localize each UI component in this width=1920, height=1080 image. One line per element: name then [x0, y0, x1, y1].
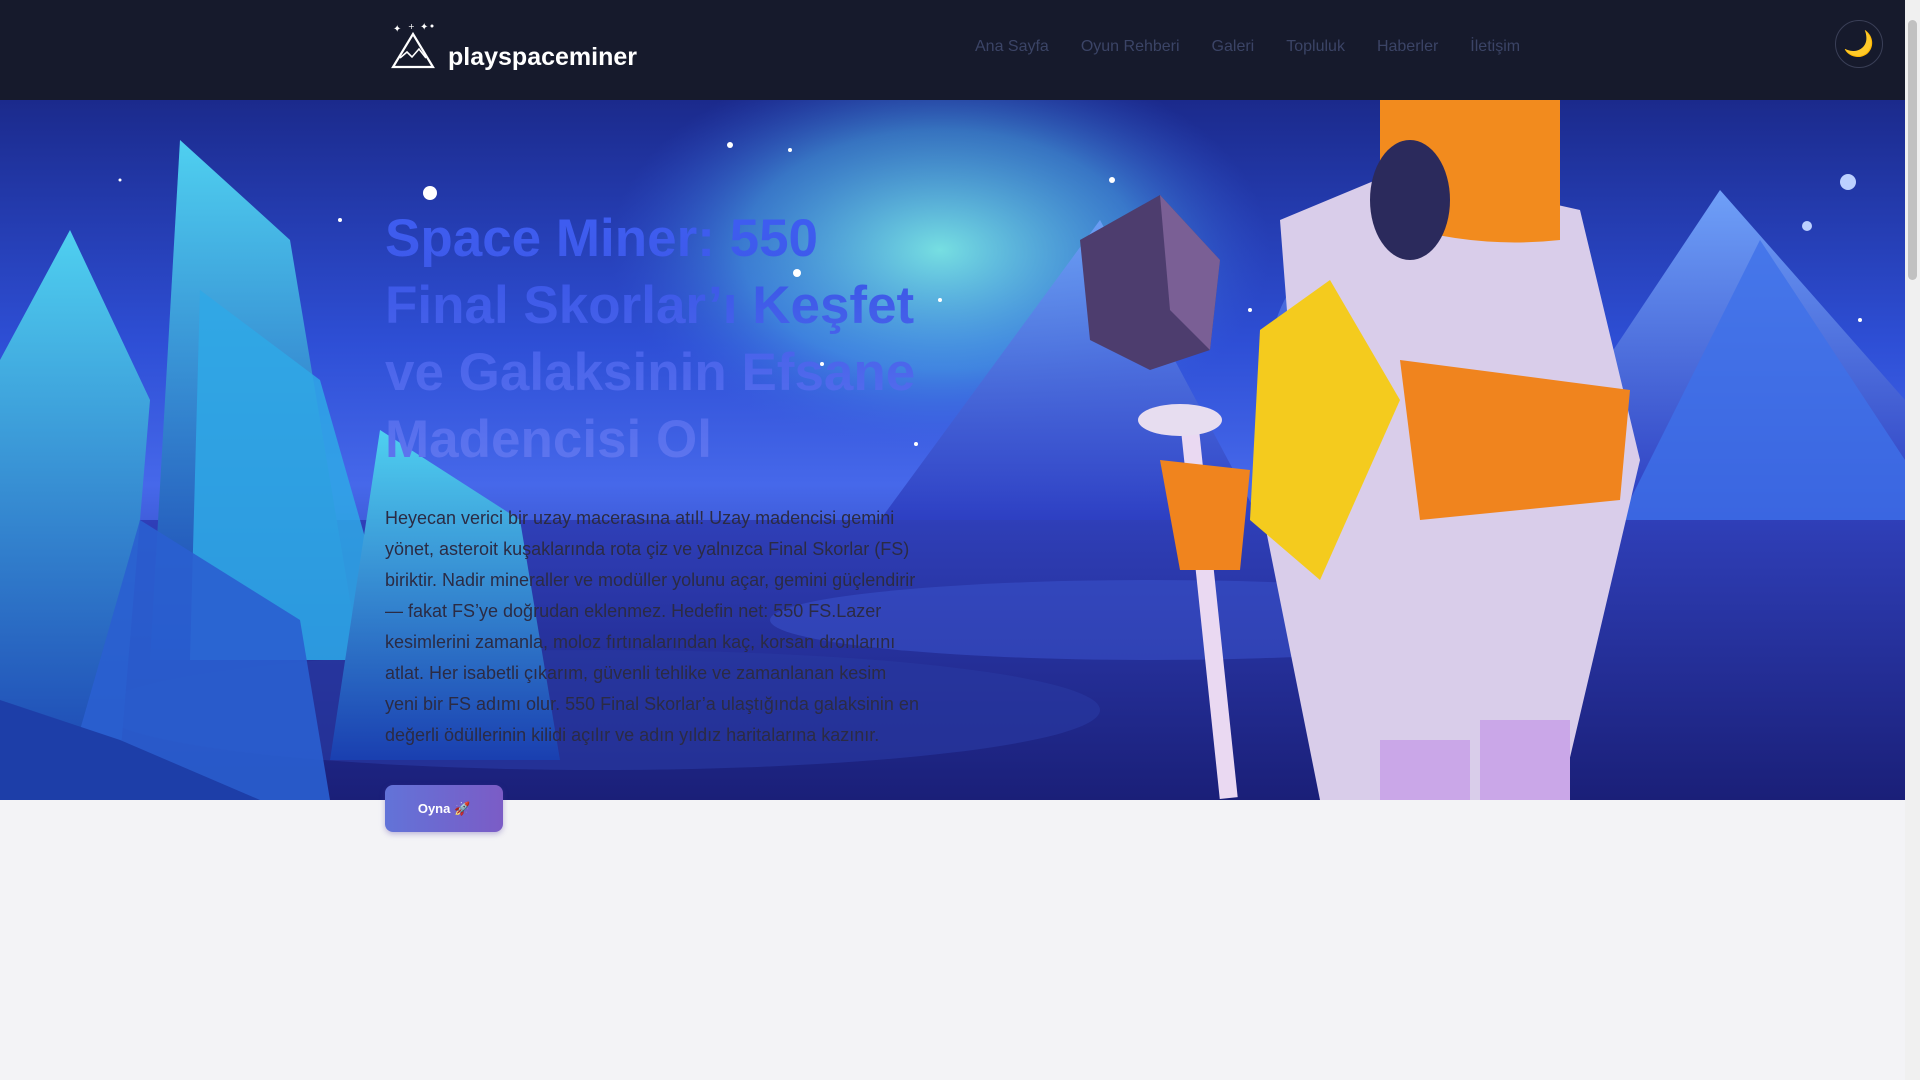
brand-name: playspaceminer [448, 43, 637, 71]
moon-icon: 🌙 [1843, 29, 1875, 58]
nav-contact[interactable]: İletişim [1470, 38, 1520, 56]
mountain-stars-icon: ✦ + ✦ [391, 22, 435, 69]
svg-text:✦: ✦ [420, 22, 428, 33]
svg-text:+: + [408, 22, 415, 31]
hero-content: Space Miner: 550 Final Skorlar’ı Keşfet … [385, 205, 920, 832]
main-nav: Ana Sayfa Oyun Rehberi Galeri Topluluk H… [975, 38, 1552, 56]
play-button[interactable]: Oyna 🚀 [385, 785, 503, 832]
nav-home[interactable]: Ana Sayfa [975, 38, 1049, 56]
hero-title: Space Miner: 550 Final Skorlar’ı Keşfet … [385, 205, 920, 473]
site-logo[interactable]: ✦ + ✦ playspaceminer [388, 20, 637, 71]
nav-gallery[interactable]: Galeri [1212, 38, 1255, 56]
nav-news[interactable]: Haberler [1377, 38, 1438, 56]
hero-background [0, 100, 1905, 800]
theme-toggle-button[interactable]: 🌙 [1835, 20, 1883, 68]
nav-game-guide[interactable]: Oyun Rehberi [1081, 38, 1180, 56]
nav-community[interactable]: Topluluk [1286, 38, 1345, 56]
scrollbar-thumb[interactable] [1908, 20, 1917, 280]
svg-text:✦: ✦ [393, 24, 401, 35]
hero-description: Heyecan verici bir uzay macerasına atıl!… [385, 508, 919, 745]
space-illustration [0, 100, 1905, 800]
site-header: ✦ + ✦ playspaceminer Ana Sayfa Oyun Rehb… [0, 0, 1905, 100]
page-scrollbar[interactable] [1905, 0, 1920, 1080]
